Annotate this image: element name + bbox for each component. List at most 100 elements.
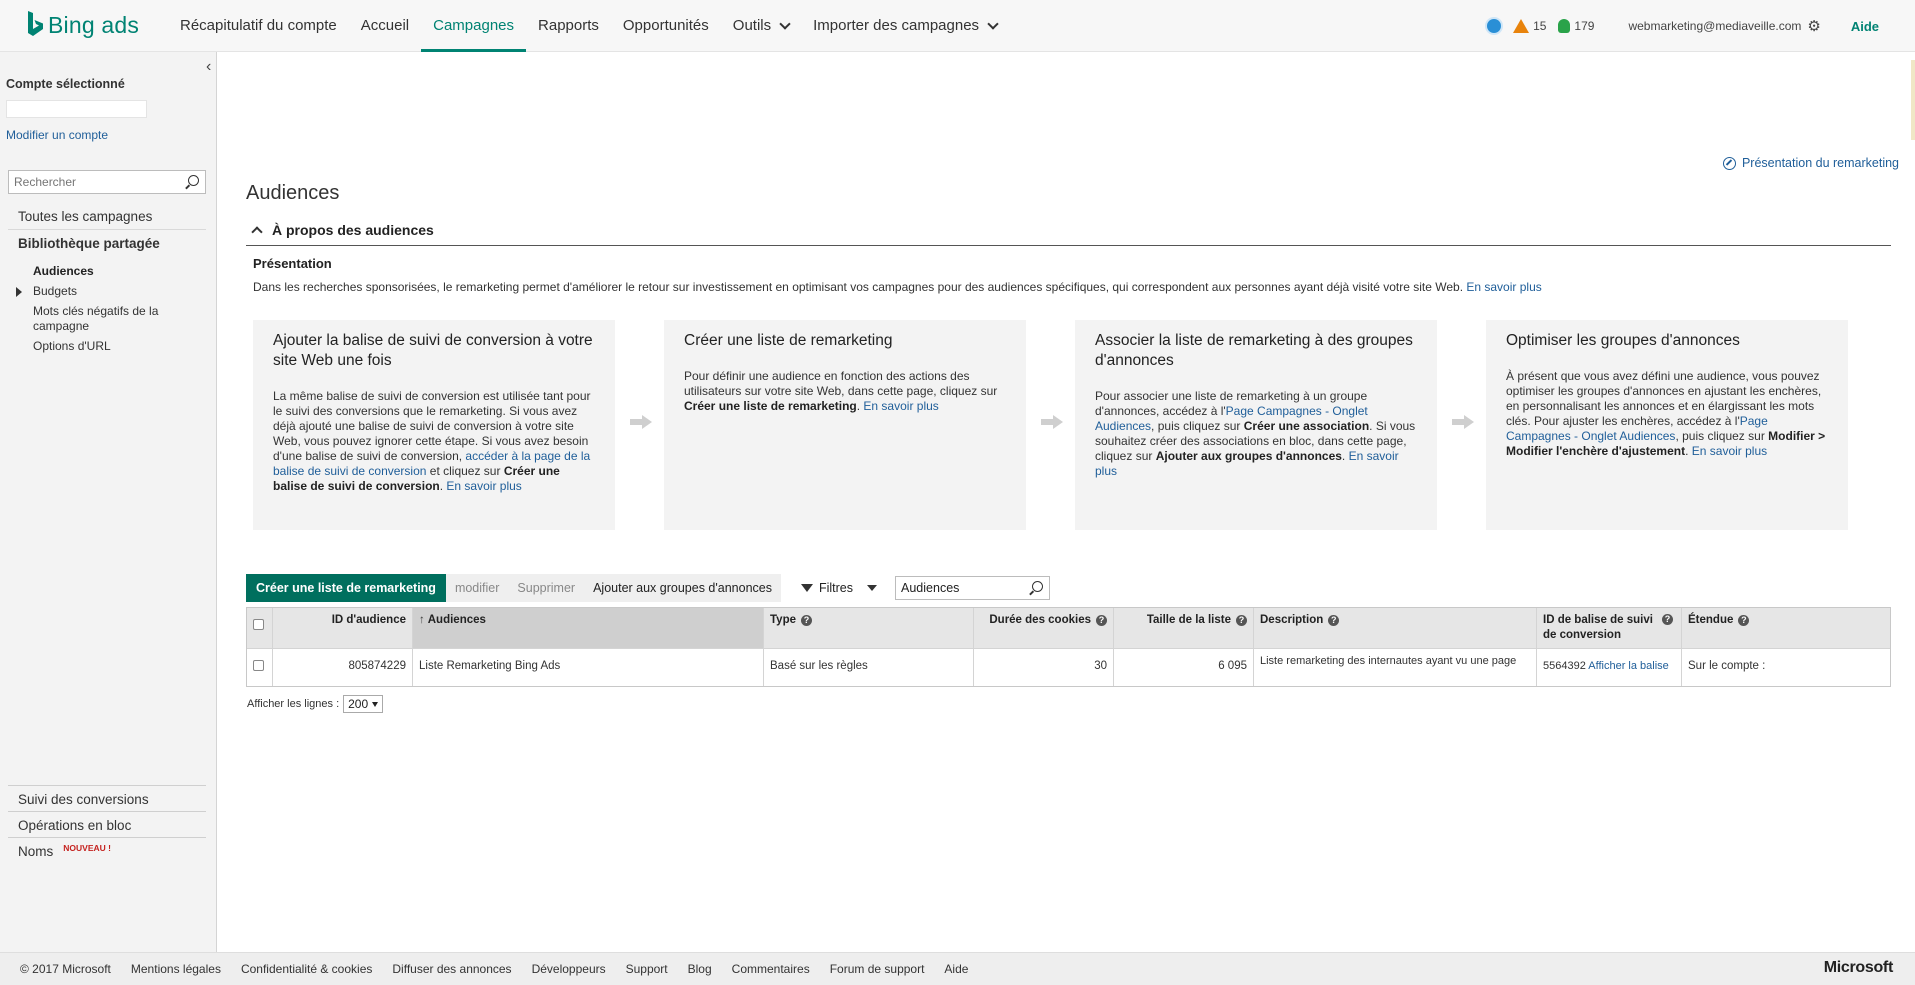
footer-link-feedback[interactable]: Commentaires bbox=[732, 962, 810, 976]
footer-link-help[interactable]: Aide bbox=[944, 962, 968, 976]
remarketing-overview-link[interactable]: Présentation du remarketing bbox=[1722, 156, 1899, 170]
audiences-search bbox=[895, 576, 1051, 600]
step-card-optimize-groups: Optimiser les groupes d'annonces À prése… bbox=[1486, 320, 1848, 530]
help-icon[interactable]: ? bbox=[1328, 615, 1340, 626]
sidebar-item-names[interactable]: Noms NOUVEAU ! bbox=[18, 843, 111, 859]
delete-button[interactable]: Supprimer bbox=[508, 574, 585, 602]
footer-link-advertise[interactable]: Diffuser des annonces bbox=[392, 962, 511, 976]
show-tag-link[interactable]: Afficher la balise bbox=[1588, 660, 1669, 672]
footer-link-legal[interactable]: Mentions légales bbox=[131, 962, 221, 976]
col-scope[interactable]: Étendue? bbox=[1682, 608, 1890, 648]
step-text: Pour associer une liste de remarketing à… bbox=[1095, 389, 1417, 479]
step-card-conversion-tag: Ajouter la balise de suivi de conversion… bbox=[253, 320, 615, 530]
col-cookie-duration[interactable]: Durée des cookies? bbox=[974, 608, 1114, 648]
selected-account-label: Compte sélectionné bbox=[6, 77, 125, 91]
cell-audience-id: 805874229 bbox=[273, 649, 413, 686]
sidebar-search-input[interactable] bbox=[9, 171, 179, 193]
step-text-part: et cliquez sur bbox=[429, 464, 501, 478]
sidebar-item-conversion-tracking[interactable]: Suivi des conversions bbox=[18, 792, 149, 807]
nav-opportunities[interactable]: Opportunités bbox=[611, 0, 721, 52]
table-header: ID d'audience ↑ Audiences Type? Durée des… bbox=[247, 608, 1890, 648]
bing-ads-logo[interactable]: Bing ads bbox=[26, 10, 139, 40]
learn-more-link[interactable]: En savoir plus bbox=[863, 399, 938, 413]
cell-type: Basé sur les règles bbox=[764, 649, 974, 686]
opportunities-button[interactable]: 179 bbox=[1558, 19, 1594, 33]
col-conversion-tag-id[interactable]: ID de balise de suivi de conversion? bbox=[1537, 608, 1682, 648]
step-title: Optimiser les groupes d'annonces bbox=[1506, 332, 1740, 349]
search-icon[interactable] bbox=[188, 175, 199, 186]
nav-label: Récapitulatif du compte bbox=[180, 17, 337, 34]
nav-home[interactable]: Accueil bbox=[349, 0, 421, 52]
nav-account-summary[interactable]: Récapitulatif du compte bbox=[168, 0, 349, 52]
col-description[interactable]: Description? bbox=[1254, 608, 1537, 648]
modify-account-link[interactable]: Modifier un compte bbox=[6, 128, 108, 142]
warning-icon bbox=[1513, 19, 1530, 33]
sidebar-item-shared-library[interactable]: Bibliothèque partagée bbox=[18, 236, 160, 251]
chevron-down-icon bbox=[372, 701, 379, 707]
help-icon[interactable]: ? bbox=[1236, 615, 1247, 626]
learn-more-link[interactable]: En savoir plus bbox=[1692, 444, 1767, 458]
audiences-search-input[interactable] bbox=[896, 577, 1027, 599]
row-checkbox[interactable] bbox=[253, 660, 264, 671]
nav-campaigns[interactable]: Campagnes bbox=[421, 0, 526, 52]
select-all-checkbox[interactable] bbox=[253, 619, 264, 630]
sidebar-item-negative-keywords[interactable]: Mots clés négatifs de la campagne bbox=[33, 304, 183, 334]
scroll-indicator bbox=[1911, 60, 1915, 140]
collapse-sidebar-icon[interactable]: ‹ bbox=[206, 58, 211, 76]
col-audience-id[interactable]: ID d'audience bbox=[273, 608, 413, 648]
page-title: Audiences bbox=[246, 182, 340, 204]
add-to-ad-groups-button[interactable]: Ajouter aux groupes d'annonces bbox=[584, 574, 781, 602]
rows-per-page-select[interactable]: 200 bbox=[343, 695, 384, 713]
help-icon[interactable]: ? bbox=[1738, 615, 1750, 626]
sidebar-item-budgets[interactable]: Budgets bbox=[33, 284, 77, 298]
col-audiences[interactable]: ↑ Audiences bbox=[413, 608, 764, 648]
chevron-down-icon bbox=[987, 17, 999, 30]
modify-button[interactable]: modifier bbox=[445, 574, 509, 602]
learn-more-link[interactable]: En savoir plus bbox=[1466, 280, 1541, 294]
warnings-button[interactable]: 15 bbox=[1513, 19, 1546, 33]
gear-icon[interactable]: ⚙ bbox=[1807, 17, 1820, 35]
nav-label: Opportunités bbox=[622, 17, 709, 34]
divider bbox=[8, 785, 206, 786]
search-icon[interactable] bbox=[1032, 581, 1044, 592]
learn-more-link[interactable]: En savoir plus bbox=[446, 479, 521, 493]
sidebar-item-audiences[interactable]: Audiences bbox=[33, 264, 94, 278]
nav-tools[interactable]: Outils bbox=[721, 0, 801, 52]
footer-link-support[interactable]: Support bbox=[626, 962, 668, 976]
create-remarketing-list-button[interactable]: Créer une liste de remarketing bbox=[246, 574, 446, 602]
nav-reports[interactable]: Rapports bbox=[526, 0, 611, 52]
col-label: ID de balise de suivi de conversion bbox=[1543, 614, 1653, 641]
sidebar-item-url-options[interactable]: Options d'URL bbox=[33, 339, 111, 353]
col-label: Durée des cookies bbox=[989, 614, 1091, 626]
sidebar-item-all-campaigns[interactable]: Toutes les campagnes bbox=[18, 209, 152, 224]
audiences-table: ID d'audience ↑ Audiences Type? Durée des… bbox=[246, 607, 1891, 687]
col-type[interactable]: Type? bbox=[764, 608, 974, 648]
help-link[interactable]: Aide bbox=[1851, 19, 1879, 34]
footer-link-support-forum[interactable]: Forum de support bbox=[830, 962, 925, 976]
step-text-part: . bbox=[1341, 449, 1346, 463]
notifications-button[interactable] bbox=[1487, 19, 1502, 33]
cell-audience-name[interactable]: Liste Remarketing Bing Ads bbox=[413, 649, 764, 686]
filters-dropdown[interactable]: Filtres bbox=[800, 581, 878, 595]
step-card-create-list: Créer une liste de remarketing Pour défi… bbox=[664, 320, 1026, 530]
about-audiences-section[interactable]: À propos des audiences bbox=[246, 220, 1891, 246]
footer-link-privacy[interactable]: Confidentialité & cookies bbox=[241, 962, 372, 976]
account-email[interactable]: webmarketing@mediaveille.com bbox=[1628, 19, 1801, 33]
sidebar-item-bulk-operations[interactable]: Opérations en bloc bbox=[18, 818, 131, 833]
expand-arrow-icon[interactable] bbox=[16, 287, 22, 297]
nav-import-campaigns[interactable]: Importer des campagnes bbox=[801, 0, 1009, 52]
footer-link-blog[interactable]: Blog bbox=[688, 962, 712, 976]
help-icon[interactable]: ? bbox=[801, 615, 812, 626]
action-button-group: modifier Supprimer Ajouter aux groupes d… bbox=[445, 574, 781, 602]
col-label: Description bbox=[1260, 614, 1324, 626]
help-icon[interactable]: ? bbox=[1096, 615, 1107, 626]
arrow-right-icon bbox=[630, 415, 652, 429]
step-title: Associer la liste de remarketing à des g… bbox=[1095, 332, 1413, 369]
footer-link-developers[interactable]: Développeurs bbox=[532, 962, 606, 976]
opportunities-count: 179 bbox=[1574, 19, 1595, 33]
table-row: 805874229 Liste Remarketing Bing Ads Bas… bbox=[247, 648, 1890, 686]
col-list-size[interactable]: Taille de la liste? bbox=[1114, 608, 1254, 648]
step-text-part: Pour définir une audience en fonction de… bbox=[684, 369, 998, 398]
help-icon[interactable]: ? bbox=[1662, 614, 1673, 625]
new-badge: NOUVEAU ! bbox=[63, 843, 111, 853]
